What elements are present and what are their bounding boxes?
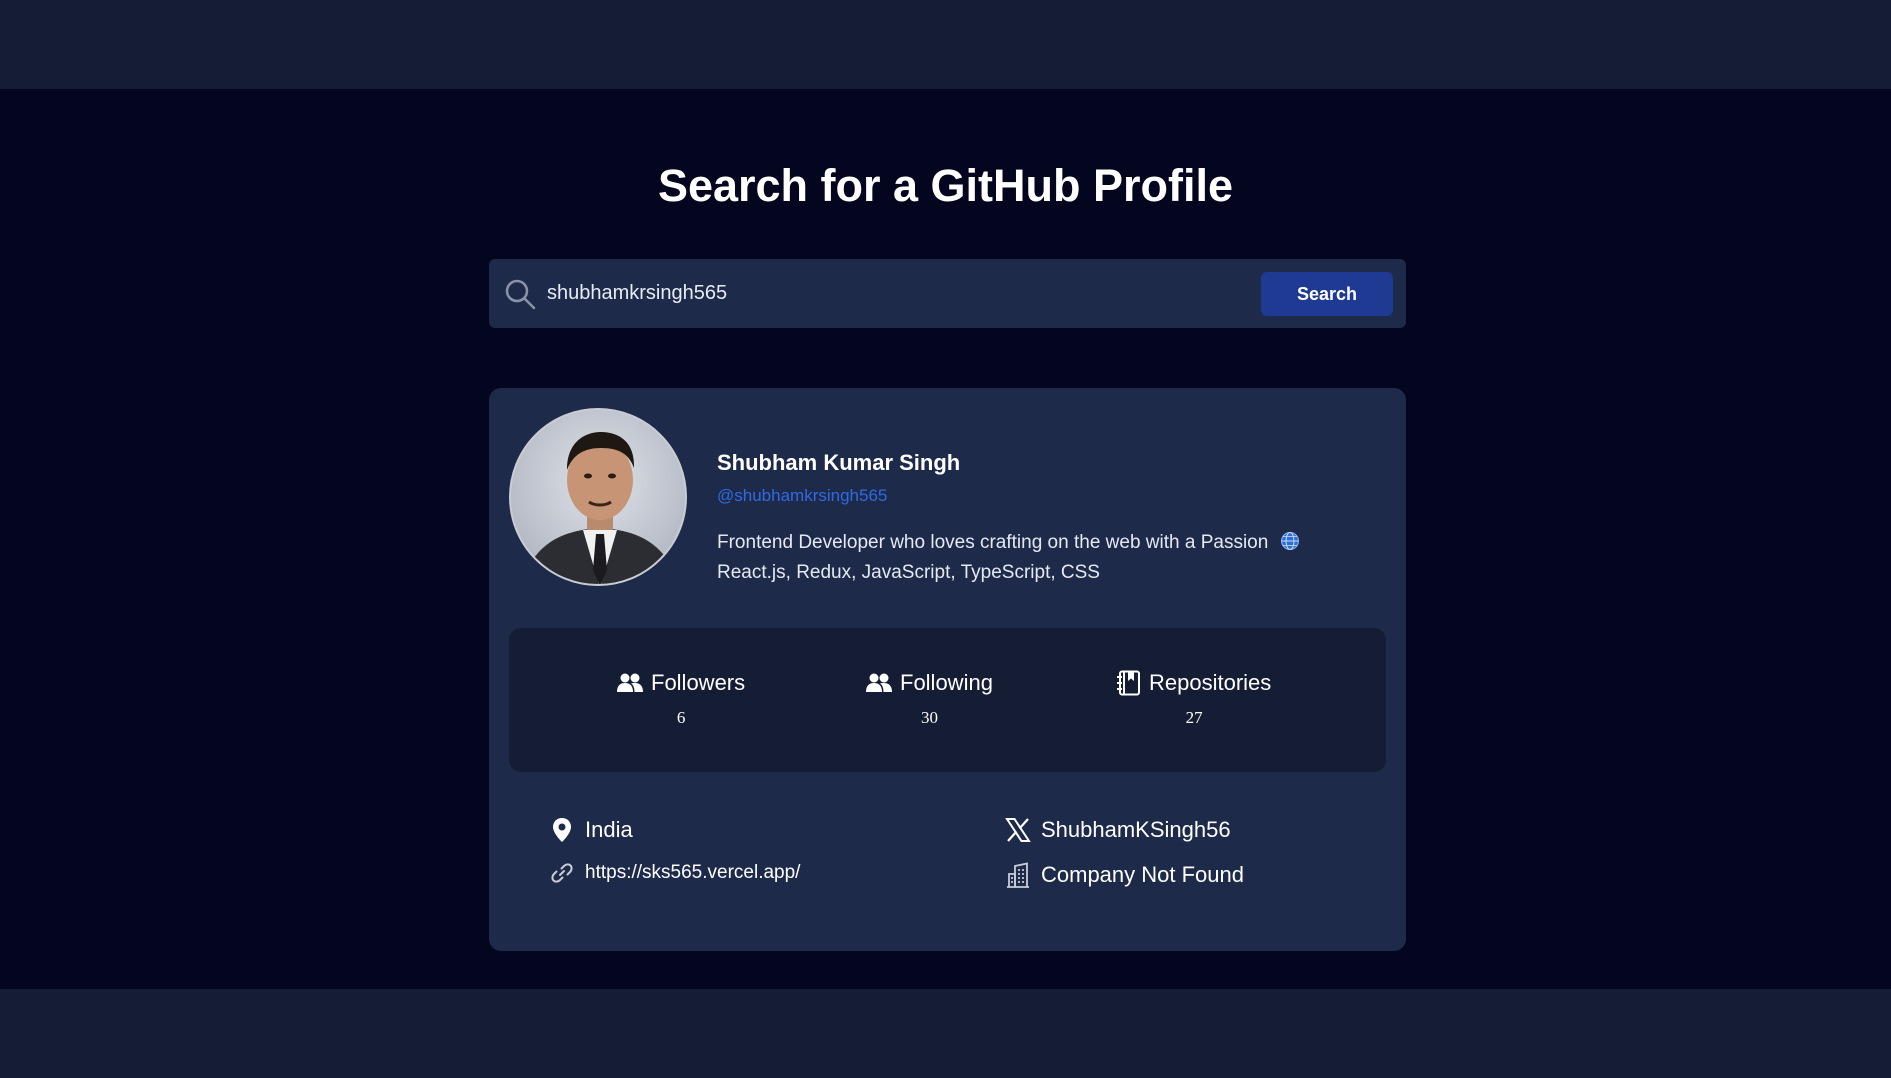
company-text: Company Not Found	[1041, 862, 1244, 887]
stat-label: Following	[900, 670, 993, 695]
stat-value: 27	[1185, 708, 1203, 727]
profile-card: Shubham Kumar Singh @shubhamkrsingh565 F…	[489, 388, 1406, 951]
twitter-item[interactable]: ShubhamKSingh56	[1005, 817, 1231, 843]
stat-following: Following 30	[866, 670, 993, 728]
x-twitter-icon	[1005, 818, 1031, 842]
book-icon	[1117, 670, 1140, 696]
bio-line-1: Frontend Developer who loves crafting on…	[717, 532, 1269, 553]
stat-followers: Followers 6	[617, 670, 745, 728]
map-pin-icon	[553, 818, 571, 842]
search-bar: Search	[489, 259, 1406, 328]
profile-bio: Frontend Developer who loves crafting on…	[717, 528, 1377, 588]
stat-repositories: Repositories 27	[1117, 670, 1271, 728]
building-icon	[1007, 862, 1029, 888]
users-icon	[866, 673, 892, 692]
stat-label: Followers	[651, 670, 746, 695]
stat-label: Repositories	[1149, 670, 1272, 695]
twitter-handle[interactable]: ShubhamKSingh56	[1041, 817, 1231, 843]
stats-panel: Followers 6 Following 30 Repositories 27	[509, 628, 1386, 772]
link-icon	[551, 863, 573, 883]
stat-value: 6	[676, 708, 686, 727]
avatar-image	[511, 410, 685, 584]
profile-name: Shubham Kumar Singh	[717, 450, 961, 475]
globe-icon	[1280, 532, 1299, 550]
avatar	[509, 408, 687, 586]
website-item[interactable]: https://sks565.vercel.app/	[549, 860, 800, 886]
page-title: Search for a GitHub Profile	[657, 160, 1234, 211]
company-item: Company Not Found	[1005, 862, 1244, 888]
bottom-band	[0, 989, 1891, 1078]
location-text: India	[585, 817, 633, 842]
location-item: India	[549, 817, 633, 843]
search-button[interactable]: Search	[1261, 272, 1393, 316]
top-band	[0, 0, 1891, 89]
website-link[interactable]: https://sks565.vercel.app/	[585, 862, 800, 884]
bio-line-2: React.js, Redux, JavaScript, TypeScript,…	[717, 562, 1100, 583]
search-icon	[505, 279, 536, 310]
stat-value: 30	[920, 708, 938, 727]
profile-login-link[interactable]: @shubhamkrsingh565	[717, 486, 887, 506]
users-icon	[617, 673, 643, 692]
search-input[interactable]	[547, 271, 1217, 316]
